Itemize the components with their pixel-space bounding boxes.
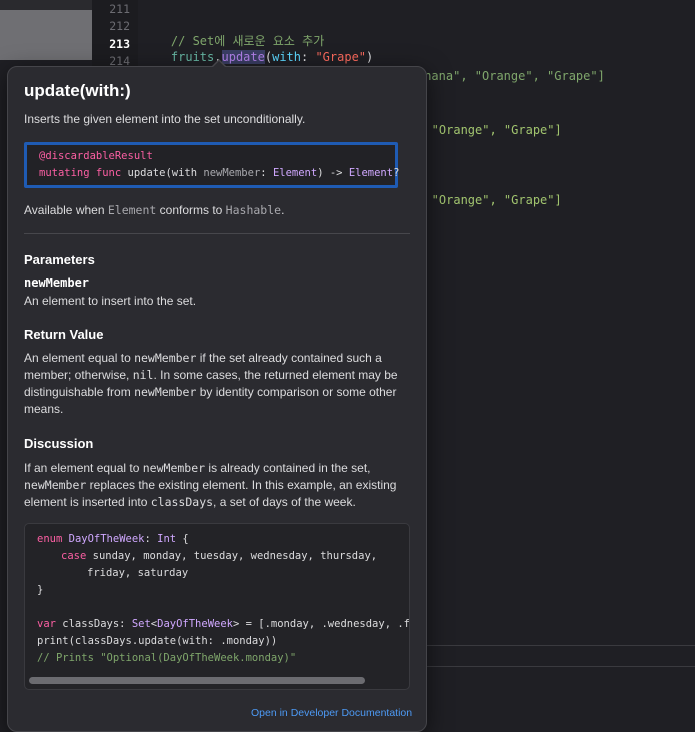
- return-value-text: An element equal to newMember if the set…: [24, 350, 412, 418]
- disc-code: newMember: [142, 461, 206, 475]
- parameters-heading: Parameters: [24, 252, 95, 267]
- section-divider: [24, 233, 410, 234]
- rv-text: An element equal to: [24, 351, 135, 365]
- line-number-current: 213: [109, 37, 130, 51]
- editor-divider: [426, 666, 695, 667]
- decl-param: newMember: [203, 167, 261, 179]
- punct: :: [144, 533, 158, 545]
- code-line-fragment: ", "Orange", "Grape"]: [410, 193, 562, 207]
- open-developer-documentation-link[interactable]: Open in Developer Documentation: [251, 707, 412, 719]
- type: DayOfTheWeek: [62, 533, 145, 545]
- decl-punct: ?: [393, 167, 400, 179]
- rv-code: nil: [132, 368, 154, 382]
- disc-code: newMember: [24, 478, 87, 492]
- example-line: print(classDays.update(with: .monday)): [37, 635, 278, 647]
- disc-code: classDays: [150, 495, 214, 509]
- declaration-attribute: @discardableResult: [39, 150, 153, 162]
- navigator-panel-edge: [0, 0, 92, 60]
- availability-text: Available when Element conforms to Hasha…: [24, 202, 284, 219]
- popover-arrow-inner: [212, 61, 226, 68]
- availability-mid: conforms to: [156, 203, 226, 217]
- disc-text: is already contained in the set,: [205, 461, 371, 475]
- decl-punct: ) ->: [317, 167, 349, 179]
- disc-text: If an element equal to: [24, 461, 143, 475]
- popover-title: update(with:): [24, 81, 131, 100]
- example-code-block[interactable]: enum DayOfTheWeek: Int { case sunday, mo…: [24, 523, 410, 690]
- availability-end: .: [281, 203, 285, 217]
- disc-text: , a set of days of the week.: [213, 495, 356, 509]
- return-value-heading: Return Value: [24, 327, 104, 342]
- example-line: enum DayOfTheWeek: Int {: [37, 533, 189, 545]
- availability-type: Element: [107, 203, 157, 217]
- example-line: friday, saturday: [87, 567, 189, 579]
- discussion-text: If an element equal to newMember is alre…: [24, 460, 410, 511]
- code: classDays:: [55, 618, 132, 630]
- line-number: 211: [109, 2, 130, 16]
- horizontal-scrollbar[interactable]: [29, 677, 365, 684]
- availability-protocol: Hashable: [225, 203, 282, 217]
- line-number: 212: [109, 19, 130, 33]
- availability-pre: Available when: [24, 203, 108, 217]
- parameter-description: An element to insert into the set.: [24, 294, 197, 308]
- popover-summary: Inserts the given element into the set u…: [24, 112, 306, 126]
- code: sunday, monday, tuesday, wednesday, thur…: [86, 550, 378, 562]
- example-line: var classDays: Set<DayOfTheWeek> = [.mon…: [37, 618, 410, 630]
- editor-divider: [426, 645, 695, 646]
- navigator-panel-top: [0, 0, 92, 10]
- code-line-fragment: ", "Orange", "Grape"]: [410, 123, 562, 137]
- code: > = [.monday, .wednesday, .fi: [232, 618, 410, 630]
- declaration-box: @discardableResult mutating func update(…: [24, 142, 399, 188]
- type: Set: [131, 618, 151, 630]
- example-line: // Prints "Optional(DayOfTheWeek.monday)…: [37, 652, 297, 664]
- type: DayOfTheWeek: [157, 618, 233, 630]
- example-line: }: [37, 584, 44, 596]
- type: Int: [157, 533, 177, 545]
- decl-type: Element: [348, 167, 394, 179]
- rv-code: newMember: [134, 385, 197, 399]
- rv-code: newMember: [134, 351, 197, 365]
- kw: enum: [37, 533, 63, 545]
- decl-keyword: mutating func: [39, 167, 122, 179]
- decl-punct: :: [260, 167, 273, 179]
- decl-type: Element: [272, 167, 318, 179]
- kw: case: [61, 550, 87, 562]
- punct: {: [176, 533, 189, 545]
- decl-name: update(with: [121, 167, 204, 179]
- discussion-heading: Discussion: [24, 436, 94, 451]
- kw: var: [37, 618, 56, 630]
- declaration-signature: mutating func update(with newMember: Ele…: [39, 167, 399, 179]
- example-line: case sunday, monday, tuesday, wednesday,…: [61, 550, 377, 562]
- parameter-name: newMember: [24, 276, 90, 290]
